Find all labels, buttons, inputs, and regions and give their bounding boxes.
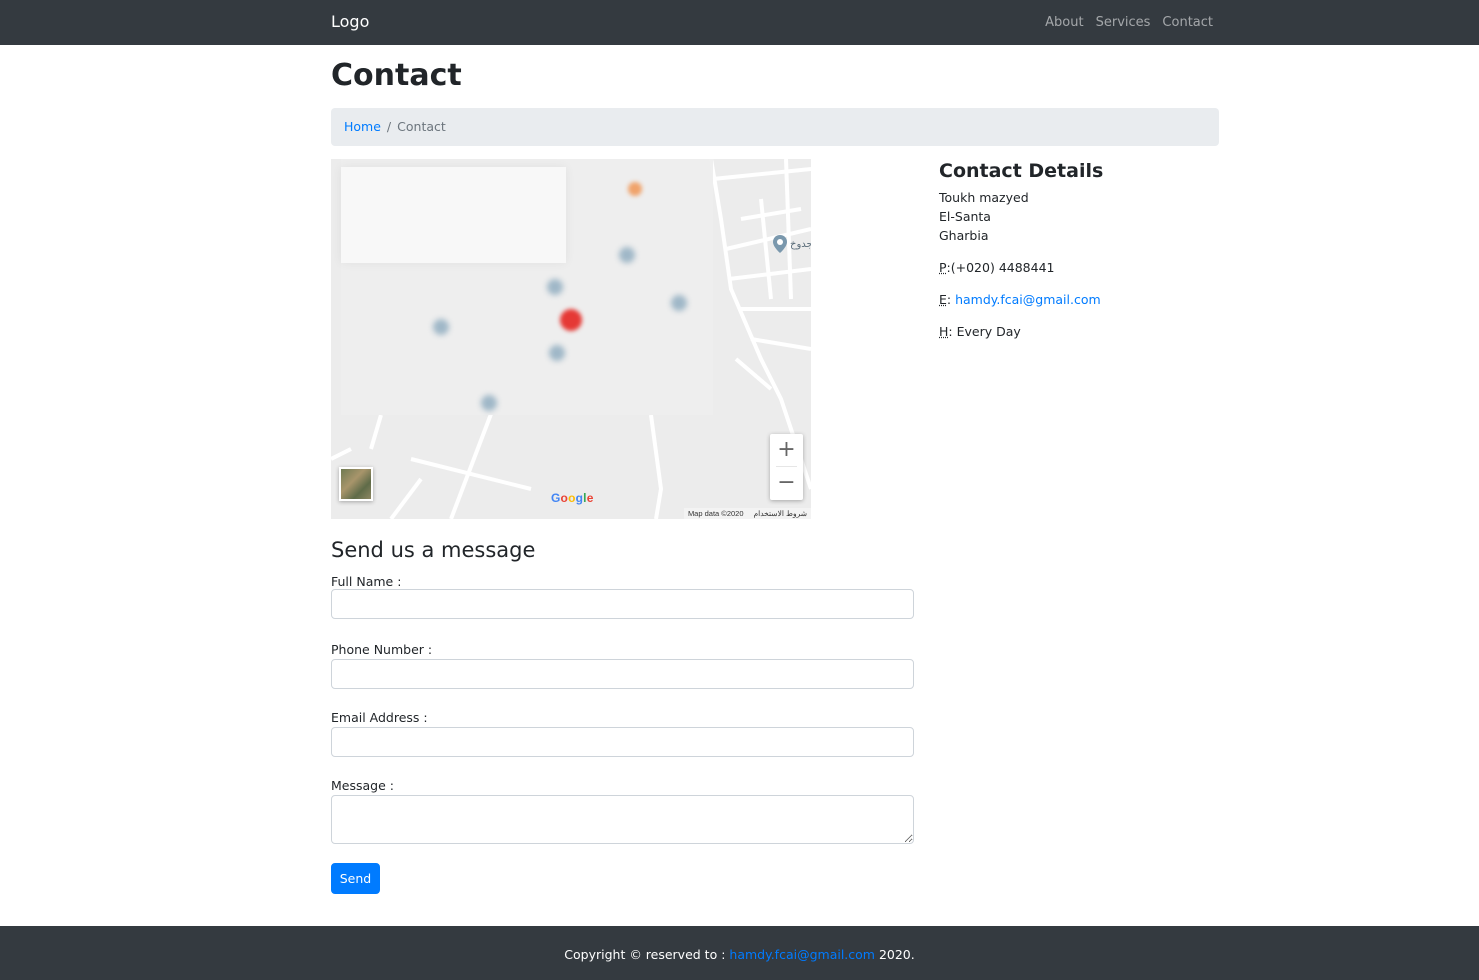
map-blurred-region [341,159,713,415]
message-group: Message : [331,778,914,844]
breadcrumb-current: Contact [397,119,446,134]
message-form: Send us a message Full Name : Phone Numb… [331,538,914,894]
email-group: Email Address : [331,710,914,757]
map-zoom-control: + − [770,434,803,500]
map-marker-blue [433,319,449,335]
nav-link-about[interactable]: About [1045,15,1083,30]
nav-link-contact[interactable]: Contact [1162,15,1213,30]
map-embed[interactable]: جدوخ + − Google Map data ©2020 شروط الاس… [331,159,811,519]
map-satellite-toggle[interactable] [339,467,373,501]
email-link[interactable]: hamdy.fcai@gmail.com [955,292,1101,307]
brand-logo-link[interactable]: Logo [331,12,369,31]
send-button[interactable]: Send [331,863,380,894]
map-poi-icon[interactable] [773,235,787,253]
email-address-input[interactable] [331,727,914,757]
map-terms-link[interactable]: شروط الاستخدام [754,508,807,519]
form-heading: Send us a message [331,538,536,562]
email-line: E: hamdy.fcai@gmail.com [939,290,1219,309]
contact-details-panel: Contact Details Toukh mazyed El-Santa Gh… [939,160,1219,354]
map-marker-blue [481,395,497,411]
copyright-prefix: Copyright © reserved to : [564,947,730,962]
map-marker-orange [628,182,642,196]
zoom-out-button[interactable]: − [770,467,803,500]
address-line-3: Gharbia [939,228,989,243]
phone-number-input[interactable] [331,659,914,689]
map-marker-blue [619,247,635,263]
map-attribution: Map data ©2020 شروط الاستخدام [683,508,811,519]
phone-abbr: P [939,260,947,275]
breadcrumb-home-link[interactable]: Home [344,119,381,135]
page-title: Contact [331,58,462,93]
zoom-divider [776,466,797,467]
hours-abbr: H [939,324,949,339]
breadcrumb-separator: / [386,119,392,134]
map-blurred-card [341,167,566,263]
map-marker-blue [547,279,563,295]
email-separator: : [946,292,956,307]
google-logo: Google [551,491,594,505]
hours-line: H: Every Day [939,322,1219,341]
email-abbr: E [939,292,947,307]
map-poi-label: جدوخ [790,239,811,250]
message-textarea[interactable] [331,795,914,844]
map-marker-blue [549,345,565,361]
map-location-pin[interactable] [560,309,582,331]
footer: Copyright © reserved to : hamdy.fcai@gma… [0,926,1479,980]
copyright-text: Copyright © reserved to : hamdy.fcai@gma… [0,947,1479,962]
nav-link-services[interactable]: Services [1096,15,1151,30]
phone-line: P:(+020) 4488441 [939,258,1219,277]
phone-number: :(+020) 4488441 [946,260,1055,275]
phone-group: Phone Number : [331,642,914,689]
breadcrumb: Home / Contact [331,108,1219,146]
top-navbar: Logo About Services Contact [0,0,1479,45]
map-marker-blue [671,295,687,311]
hours-text: : Every Day [948,324,1021,339]
address-line-2: El-Santa [939,209,991,224]
zoom-in-button[interactable]: + [770,434,803,467]
full-name-group: Full Name : [331,574,914,619]
nav-links: About Services Contact [1045,15,1213,30]
address-block: Toukh mazyed El-Santa Gharbia [939,188,1219,245]
footer-email-link[interactable]: hamdy.fcai@gmail.com [729,947,875,962]
contact-details-heading: Contact Details [939,160,1104,182]
map-data-text: Map data ©2020 [687,509,744,518]
address-line-1: Toukh mazyed [939,190,1029,205]
full-name-input[interactable] [331,589,914,619]
copyright-suffix: 2020. [874,947,915,962]
